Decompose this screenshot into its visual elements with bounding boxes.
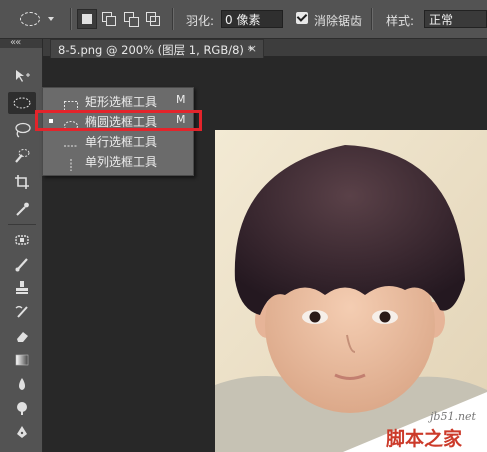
subtract-from-selection-button[interactable] [121,9,141,29]
flyout-item-shortcut: M [176,93,186,106]
flyout-item-rect-marquee[interactable]: 矩形选框工具 M [43,92,193,111]
chevron-down-icon [48,17,54,21]
antialias-checkbox[interactable] [296,12,308,24]
tab-document[interactable]: 8-5.png @ 200% (图层 1, RGB/8) * × [50,39,264,59]
watermark-brand: 脚本之家 [386,428,463,450]
style-select[interactable]: 正常 [424,10,487,28]
crop-tool-icon[interactable] [8,171,36,193]
history-brush-tool-icon[interactable] [8,301,36,323]
style-label: 样式: [386,14,415,28]
marquee-tool-flyout: 矩形选框工具 M 椭圆选框工具 M 单行选框工具 单列选框工具 [42,87,194,176]
eraser-tool-icon[interactable] [8,325,36,347]
flyout-item-label: 单行选框工具 [85,135,158,149]
toolbox-collapse[interactable]: «« [0,37,42,48]
dodge-tool-icon[interactable] [8,397,36,419]
eyedropper-tool-icon[interactable] [8,198,36,220]
options-bar: 羽化: 0 像素 消除锯齿 样式: 正常 [0,0,487,39]
pen-tool-icon[interactable] [8,421,36,443]
toolbox: «« [0,37,43,452]
single-row-marquee-icon [64,136,78,147]
move-tool-icon[interactable] [8,65,36,87]
blur-tool-icon[interactable] [8,373,36,395]
flyout-item-label: 矩形选框工具 [85,95,158,109]
antialias-label: 消除锯齿 [314,14,363,28]
lasso-tool-icon[interactable] [8,119,36,141]
highlight-annotation [35,110,202,131]
feather-input[interactable]: 0 像素 [221,10,283,28]
divider [371,8,373,30]
feather-label: 羽化: [186,14,215,28]
add-to-selection-button[interactable] [99,9,119,29]
close-icon[interactable]: × [248,42,257,55]
tool-preset-picker[interactable] [6,8,64,30]
clone-stamp-tool-icon[interactable] [8,277,36,299]
ellipse-marquee-icon [20,12,40,26]
divider [172,8,174,30]
quick-selection-tool-icon[interactable] [8,145,36,167]
tab-document-title: 8-5.png @ 200% (图层 1, RGB/8) * [58,43,254,57]
single-column-marquee-icon [64,156,78,171]
healing-brush-tool-icon[interactable] [8,229,36,251]
intersect-selection-button[interactable] [143,9,163,29]
brush-tool-icon[interactable] [8,253,36,275]
ellipse-marquee-tool-icon[interactable] [8,92,36,114]
flyout-item-label: 单列选框工具 [85,155,158,169]
watermark-site: jb51.net [430,410,476,423]
flyout-item-single-row-marquee[interactable]: 单行选框工具 [43,132,193,151]
new-selection-button[interactable] [77,9,97,29]
gradient-tool-icon[interactable] [8,349,36,371]
collapse-icon: «« [10,37,21,48]
rect-marquee-icon [64,96,78,111]
flyout-item-single-column-marquee[interactable]: 单列选框工具 [43,152,193,171]
divider [8,224,36,225]
divider [70,8,72,30]
